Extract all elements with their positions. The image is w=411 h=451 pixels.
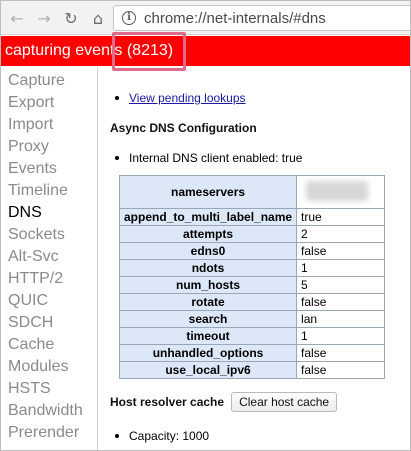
redacted-nameserver-value [306, 180, 369, 201]
config-row: nameservers [118, 175, 386, 209]
capacity-text: Capacity: 1000 [129, 429, 210, 443]
sidebar-item-proxy[interactable]: Proxy [1, 136, 97, 158]
bullet-icon [115, 434, 119, 438]
sidebar-item-hsts[interactable]: HSTS [1, 378, 97, 400]
config-key: append_to_multi_label_name [118, 208, 298, 226]
sidebar-item-events[interactable]: Events [1, 158, 97, 180]
config-value: false [296, 242, 386, 260]
sidebar-item-timeline[interactable]: Timeline [1, 180, 97, 202]
config-value: 1 [296, 327, 386, 345]
config-value: false [296, 344, 386, 362]
config-key: use_local_ipv6 [118, 361, 298, 379]
capture-status-bar: capturing events (8213) [1, 36, 410, 66]
capacity-item: Capacity: 1000 [115, 429, 209, 443]
sidebar-item-export[interactable]: Export [1, 92, 97, 114]
sidebar-item-http-2[interactable]: HTTP/2 [1, 268, 97, 290]
config-row: ndots 1 [118, 259, 386, 277]
back-arrow-icon[interactable]: ← [7, 8, 27, 28]
config-key: rotate [118, 293, 298, 311]
sidebar-item-cache[interactable]: Cache [1, 334, 97, 356]
view-pending-lookups-link[interactable]: View pending lookups [129, 91, 246, 105]
home-icon[interactable]: ⌂ [88, 8, 108, 28]
config-row: append_to_multi_label_name true [118, 208, 386, 226]
info-icon[interactable]: i [122, 11, 136, 25]
sidebar-item-quic[interactable]: QUIC [1, 290, 97, 312]
capture-status-text: capturing events (8213) [5, 42, 174, 59]
config-key: search [118, 310, 298, 328]
dns-config-table: nameservers append_to_multi_label_name tru… [118, 175, 386, 379]
config-row: edns0 false [118, 242, 386, 260]
config-row: rotate false [118, 293, 386, 311]
config-row: use_local_ipv6 false [118, 361, 386, 379]
config-value: true [296, 208, 386, 226]
pending-lookups-item: View pending lookups [115, 91, 246, 105]
config-key: ndots [118, 259, 298, 277]
config-key: attempts [118, 225, 298, 243]
bullet-icon [115, 96, 119, 100]
url-text[interactable]: chrome://net-internals/#dns [144, 10, 326, 27]
bullet-icon [115, 156, 119, 160]
internal-dns-status: Internal DNS client enabled: true [129, 151, 303, 165]
config-value [296, 175, 386, 209]
config-key: edns0 [118, 242, 298, 260]
config-row: search lan [118, 310, 386, 328]
config-row: num_hosts 5 [118, 276, 386, 294]
config-value: 1 [296, 259, 386, 277]
config-key: num_hosts [118, 276, 298, 294]
internal-dns-item: Internal DNS client enabled: true [115, 151, 302, 165]
config-value: false [296, 293, 386, 311]
sidebar-item-modules[interactable]: Modules [1, 356, 97, 378]
sidebar-item-dns[interactable]: DNS [1, 202, 97, 224]
config-key: unhandled_options [118, 344, 298, 362]
sidebar-item-sockets[interactable]: Sockets [1, 224, 97, 246]
config-row: attempts 2 [118, 225, 386, 243]
sidebar-item-import[interactable]: Import [1, 114, 97, 136]
config-key: timeout [118, 327, 298, 345]
config-row: timeout 1 [118, 327, 386, 345]
config-value: lan [296, 310, 386, 328]
sidebar: Capture Export Import Proxy Events Timeline DN… [1, 67, 98, 450]
dns-panel: View pending lookups Async DNS Configura… [99, 67, 410, 450]
host-resolver-cache-row: Host resolver cache Clear host cache [110, 392, 338, 412]
config-value: 2 [296, 225, 386, 243]
config-row: unhandled_options false [118, 344, 386, 362]
sidebar-item-capture[interactable]: Capture [1, 70, 97, 92]
browser-toolbar: ← → ↻ ⌂ i chrome://net-internals/#dns [1, 1, 410, 35]
reload-icon[interactable]: ↻ [61, 8, 81, 28]
address-bar[interactable]: i chrome://net-internals/#dns [113, 5, 410, 31]
sidebar-item-sdch[interactable]: SDCH [1, 312, 97, 334]
config-key: nameservers [118, 175, 298, 209]
sidebar-item-prerender[interactable]: Prerender [1, 422, 97, 444]
sidebar-item-bandwidth[interactable]: Bandwidth [1, 400, 97, 422]
host-resolver-cache-title: Host resolver cache [110, 395, 225, 409]
config-value: 5 [296, 276, 386, 294]
browser-window: ← → ↻ ⌂ i chrome://net-internals/#dns ca… [0, 0, 411, 451]
config-value: false [296, 361, 386, 379]
sidebar-item-alt-svc[interactable]: Alt-Svc [1, 246, 97, 268]
forward-arrow-icon[interactable]: → [34, 8, 54, 28]
async-dns-title: Async DNS Configuration [110, 121, 257, 135]
clear-host-cache-button[interactable]: Clear host cache [231, 392, 338, 412]
